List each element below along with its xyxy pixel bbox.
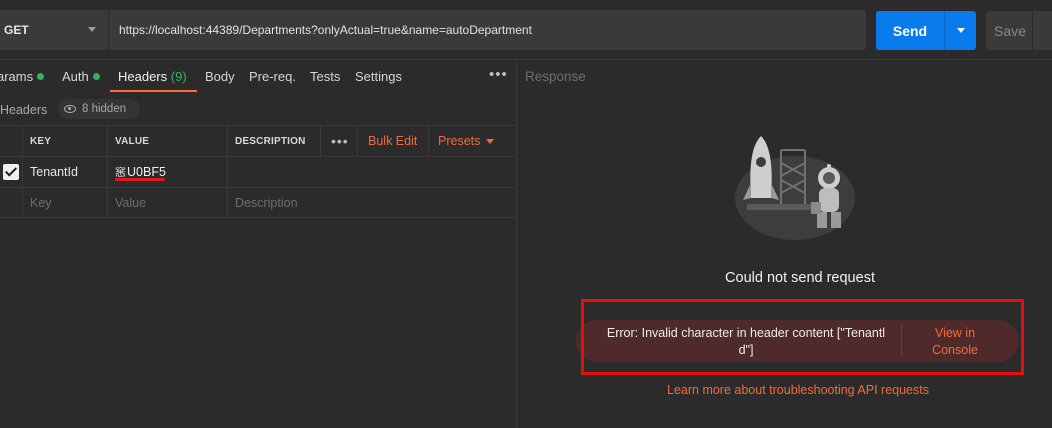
- method-select[interactable]: GET: [0, 10, 108, 50]
- value-cell[interactable]: 窸U0BF5: [107, 157, 227, 187]
- tab-settings[interactable]: Settings: [355, 69, 402, 84]
- request-panel: arams Auth Headers (9) Body Pre-req. Tes…: [0, 61, 516, 428]
- key-cell[interactable]: TenantId: [22, 157, 107, 187]
- tab-params[interactable]: arams: [0, 69, 45, 84]
- url-text: https://localhost:44389/Departments?only…: [119, 23, 532, 37]
- header-key: TenantId: [30, 165, 78, 179]
- table-row: Key Value Description: [0, 187, 516, 218]
- tab-tests-label: Tests: [310, 69, 341, 84]
- headers-subbar: Headers 8 hidden: [0, 95, 516, 125]
- save-label: Save: [994, 22, 1026, 39]
- troubleshooting-link[interactable]: Learn more about troubleshooting API req…: [620, 383, 976, 397]
- new-key-cell[interactable]: Key: [22, 188, 107, 217]
- headers-title: Headers: [0, 103, 48, 117]
- tab-params-label: arams: [0, 69, 34, 84]
- response-status: Could not send request: [725, 270, 875, 286]
- tab-body-label: Body: [205, 69, 235, 84]
- new-value-cell[interactable]: Value: [107, 188, 227, 217]
- status-dot-icon: [37, 73, 45, 81]
- annotation-underline: [115, 178, 165, 181]
- key-placeholder: Key: [30, 195, 52, 210]
- column-divider: [428, 126, 429, 156]
- send-divider: [944, 11, 945, 50]
- kebab-icon: •••: [331, 133, 349, 149]
- header-value-text: U0BF5: [127, 165, 166, 179]
- send-options-chevron-icon[interactable]: [957, 28, 965, 33]
- table-row: TenantId 窸U0BF5: [0, 156, 516, 187]
- column-key: KEY: [22, 126, 107, 156]
- method-label: GET: [4, 23, 29, 37]
- column-divider: [357, 126, 358, 156]
- save-divider: [1032, 11, 1033, 50]
- panel-divider[interactable]: [516, 61, 517, 428]
- bulk-edit-link[interactable]: Bulk Edit: [360, 126, 426, 156]
- description-placeholder: Description: [235, 195, 298, 210]
- tab-body[interactable]: Body: [205, 69, 235, 84]
- tab-settings-label: Settings: [355, 69, 402, 84]
- save-button[interactable]: Save: [986, 11, 1052, 50]
- chevron-down-icon: [88, 27, 96, 32]
- presets-label-wrap: Presets: [438, 134, 495, 148]
- tab-headers[interactable]: Headers (9): [118, 69, 187, 84]
- tab-headers-count: (9): [170, 69, 187, 84]
- new-description-cell[interactable]: Description: [227, 188, 516, 217]
- tab-tests[interactable]: Tests: [310, 69, 340, 84]
- description-cell[interactable]: [227, 157, 516, 187]
- hidden-headers-toggle[interactable]: 8 hidden: [58, 99, 140, 119]
- column-divider: [320, 126, 321, 156]
- status-dot-icon: [92, 73, 100, 81]
- table-options-icon[interactable]: •••: [323, 126, 357, 156]
- request-tabs: arams Auth Headers (9) Body Pre-req. Tes…: [0, 61, 516, 93]
- chevron-down-icon: [486, 139, 495, 145]
- value-placeholder: Value: [115, 195, 147, 210]
- presets-label: Presets: [438, 134, 481, 148]
- hidden-count: 8 hidden: [82, 103, 127, 115]
- tab-auth-label: Auth: [62, 69, 89, 84]
- response-title: Response: [525, 69, 586, 84]
- tab-auth[interactable]: Auth: [62, 69, 100, 84]
- tab-pre-request-label: Pre-req.: [249, 69, 296, 84]
- tab-headers-label: Headers: [118, 69, 168, 84]
- more-options-icon[interactable]: •••: [489, 66, 508, 83]
- column-key-label: KEY: [30, 135, 52, 147]
- tab-pre-request[interactable]: Pre-req.: [249, 69, 296, 84]
- request-bar: GET https://localhost:44389/Departments?…: [0, 0, 1052, 60]
- send-button[interactable]: Send: [876, 11, 976, 50]
- annotation-highlight-box: [581, 299, 1024, 375]
- column-description-label: DESCRIPTION: [235, 135, 306, 147]
- bulk-edit-label: Bulk Edit: [368, 134, 418, 148]
- eye-icon: [64, 105, 76, 113]
- send-label: Send: [892, 22, 928, 39]
- column-value: VALUE: [107, 126, 227, 156]
- astronaut-rocket-illustration: [735, 136, 855, 240]
- column-description: DESCRIPTION: [227, 126, 322, 156]
- column-value-label: VALUE: [115, 135, 150, 147]
- presets-dropdown[interactable]: Presets: [430, 126, 516, 156]
- active-tab-indicator: [110, 90, 197, 92]
- table-header-row: KEY VALUE DESCRIPTION ••• Bulk Edit Pres…: [0, 125, 516, 156]
- url-input[interactable]: https://localhost:44389/Departments?only…: [109, 10, 866, 50]
- row-enabled-checkbox[interactable]: [3, 164, 19, 180]
